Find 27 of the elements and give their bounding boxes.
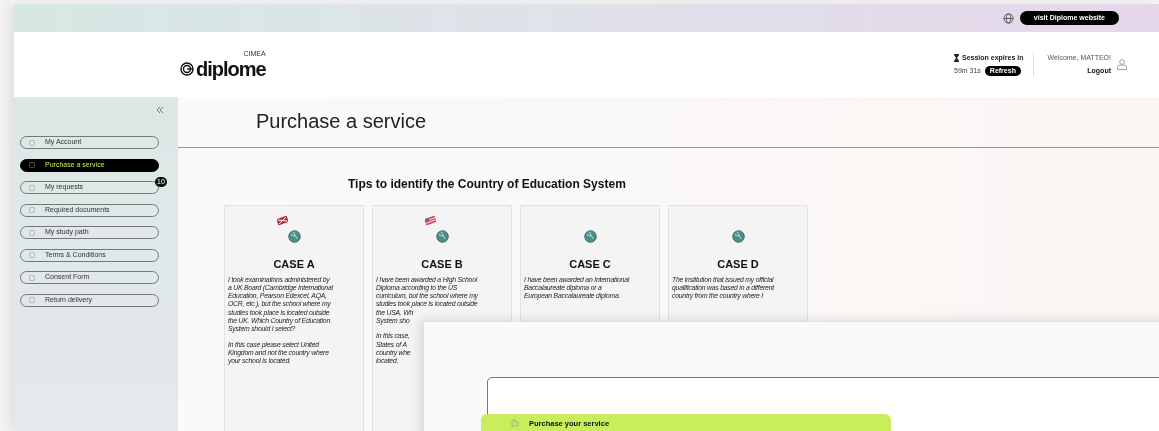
globe-icon xyxy=(583,230,597,243)
menu-item-icon xyxy=(29,252,35,258)
flag-icon xyxy=(425,216,436,225)
logo-text[interactable]: diplome xyxy=(196,57,266,80)
flag-icon xyxy=(277,216,288,225)
user-icon[interactable] xyxy=(1117,59,1127,70)
logo-icon xyxy=(180,61,194,76)
menu-item-icon xyxy=(29,229,35,236)
double-chevron-left-icon xyxy=(156,106,164,114)
case-title: CASE C xyxy=(569,257,611,272)
menu-item-icon xyxy=(29,297,35,303)
globe-icon xyxy=(731,230,745,243)
case-title: CASE A xyxy=(273,257,315,272)
case-title: CASE B xyxy=(421,257,463,272)
globe-icon xyxy=(287,230,301,243)
menu-item-icon xyxy=(29,274,35,281)
page-title: Purchase a service xyxy=(256,109,428,133)
collapse-sidebar-button[interactable] xyxy=(156,106,164,114)
globe-icon xyxy=(435,230,449,243)
section-heading: Tips to identify the Country of Education System xyxy=(348,176,627,193)
hourglass-icon xyxy=(954,54,959,63)
menu-item-icon xyxy=(29,184,35,191)
menu-item-icon xyxy=(29,207,35,213)
menu-item-icon xyxy=(29,139,35,146)
globe-icon[interactable] xyxy=(1002,12,1014,24)
menu-item-icon xyxy=(29,162,35,168)
case-title: CASE D xyxy=(717,257,759,272)
